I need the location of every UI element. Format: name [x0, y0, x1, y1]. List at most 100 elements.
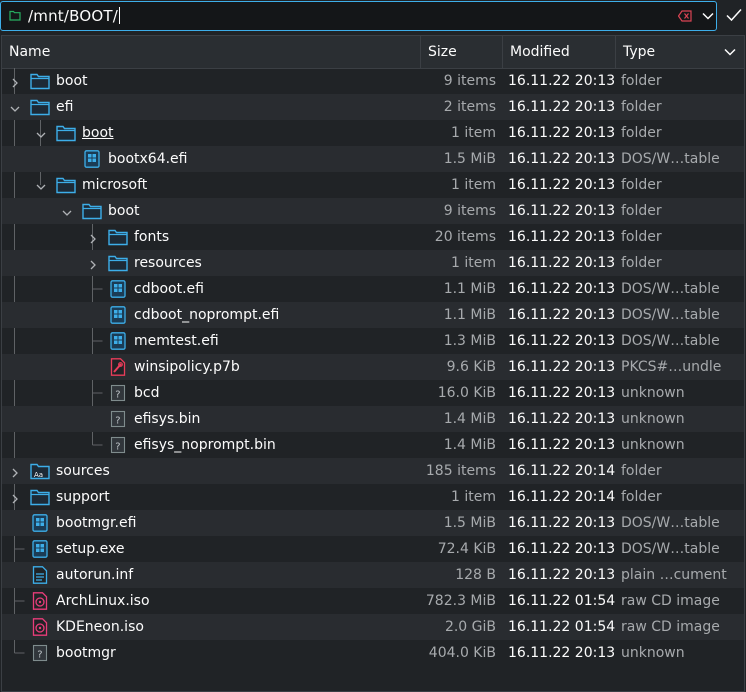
folder-row[interactable]: boot 1 item 16.11.22 20:13 folder: [2, 120, 744, 146]
file-modified: 16.11.22 20:13: [508, 255, 616, 271]
file-row[interactable]: bootmgr.efi 1.5 MiB 16.11.22 20:13 DOS/W…ta…: [2, 510, 744, 536]
file-name: sources: [56, 463, 110, 479]
file-row[interactable]: ? bootmgr 404.0 KiB 16.11.22 20:13 unknown: [2, 640, 744, 666]
column-modified[interactable]: Modified: [503, 36, 616, 68]
checkmark-icon[interactable]: [726, 8, 742, 22]
collapse-chevron-icon[interactable]: [36, 128, 46, 138]
column-name[interactable]: Name: [2, 36, 421, 68]
file-name: ArchLinux.iso: [56, 593, 150, 609]
executable-icon: [108, 332, 128, 350]
file-name: autorun.inf: [56, 567, 134, 583]
collapse-chevron-icon[interactable]: [36, 180, 46, 190]
file-modified: 16.11.22 20:13: [508, 645, 616, 661]
file-name: boot: [108, 203, 140, 219]
file-row[interactable]: cdboot.efi 1.1 MiB 16.11.22 20:13 DOS/W…tab…: [2, 276, 744, 302]
file-row[interactable]: setup.exe 72.4 KiB 16.11.22 20:13 DOS/W…tab…: [2, 536, 744, 562]
file-type: folder: [621, 203, 662, 219]
file-modified: 16.11.22 20:13: [508, 229, 616, 245]
file-type: raw CD image: [621, 593, 720, 609]
expand-chevron-icon[interactable]: [10, 76, 20, 88]
executable-icon: [30, 514, 50, 532]
folder-icon: [9, 10, 21, 21]
location-path[interactable]: /mnt/BOOT/: [28, 7, 120, 25]
file-row[interactable]: autorun.inf 128 B 16.11.22 20:13 plain …cum…: [2, 562, 744, 588]
file-size: 1 item: [451, 125, 496, 141]
file-size: 128 B: [455, 567, 496, 583]
file-type: PKCS#…undle: [621, 359, 722, 375]
folder-row[interactable]: boot 9 items 16.11.22 20:13 folder: [2, 68, 744, 94]
file-name: efi: [56, 99, 74, 115]
file-name: cdboot.efi: [134, 281, 204, 297]
file-type: unknown: [621, 385, 685, 401]
file-modified: 16.11.22 20:13: [508, 151, 616, 167]
file-name: winsipolicy.p7b: [134, 359, 240, 375]
chevron-down-icon[interactable]: [702, 11, 714, 21]
folder-row[interactable]: fonts 20 items 16.11.22 20:13 folder: [2, 224, 744, 250]
folder-icon: [108, 254, 128, 272]
file-type: DOS/W…table: [621, 151, 720, 167]
location-bar: /mnt/BOOT/: [0, 0, 746, 34]
file-size: 1.3 MiB: [443, 333, 496, 349]
file-size: 72.4 KiB: [437, 541, 496, 557]
expand-chevron-icon[interactable]: [10, 492, 20, 504]
file-tree-view[interactable]: Name Size Modified Type boot 9 items 16.11…: [1, 35, 745, 692]
file-name: bootmgr.efi: [56, 515, 137, 531]
file-size: 1 item: [451, 255, 496, 271]
file-row[interactable]: bootx64.efi 1.5 MiB 16.11.22 20:13 DOS/W…ta…: [2, 146, 744, 172]
file-list: boot 9 items 16.11.22 20:13 folder efi 2 item…: [2, 68, 744, 666]
file-modified: 16.11.22 20:13: [508, 567, 616, 583]
file-name: resources: [134, 255, 202, 271]
chevron-down-icon[interactable]: [724, 47, 736, 57]
location-input[interactable]: /mnt/BOOT/: [0, 1, 717, 31]
folder-row[interactable]: efi 2 items 16.11.22 20:13 folder: [2, 94, 744, 120]
file-row[interactable]: cdboot_noprompt.efi 1.1 MiB 16.11.22 20:13…: [2, 302, 744, 328]
file-modified: 16.11.22 01:54: [508, 593, 616, 609]
file-type: folder: [621, 463, 662, 479]
file-name: efisys.bin: [134, 411, 201, 427]
expand-chevron-icon[interactable]: [10, 466, 20, 478]
collapse-chevron-icon[interactable]: [62, 206, 72, 216]
file-row[interactable]: memtest.efi 1.3 MiB 16.11.22 20:13 DOS/W…ta…: [2, 328, 744, 354]
folder-row[interactable]: support 1 item 16.11.22 20:14 folder: [2, 484, 744, 510]
file-type: folder: [621, 229, 662, 245]
executable-icon: [82, 150, 102, 168]
file-row[interactable]: winsipolicy.p7b 9.6 KiB 16.11.22 20:13 PKCS…: [2, 354, 744, 380]
file-type: unknown: [621, 645, 685, 661]
file-size: 404.0 KiB: [428, 645, 496, 661]
folder-icon: [82, 202, 102, 220]
svg-text:?: ?: [115, 416, 120, 427]
file-modified: 16.11.22 20:13: [508, 333, 616, 349]
file-modified: 16.11.22 01:54: [508, 619, 616, 635]
file-row[interactable]: ? efisys.bin 1.4 MiB 16.11.22 20:13 unknown: [2, 406, 744, 432]
file-name: bootmgr: [56, 645, 116, 661]
folder-row[interactable]: resources 1 item 16.11.22 20:13 folder: [2, 250, 744, 276]
file-row[interactable]: ArchLinux.iso 782.3 MiB 16.11.22 01:54 raw …: [2, 588, 744, 614]
expand-chevron-icon[interactable]: [88, 258, 98, 270]
folder-icon: [30, 98, 50, 116]
folder-icon: [56, 124, 76, 142]
clear-text-icon[interactable]: [678, 10, 692, 22]
file-row[interactable]: ? efisys_noprompt.bin 1.4 MiB 16.11.22 20:1…: [2, 432, 744, 458]
file-size: 1 item: [451, 177, 496, 193]
executable-icon: [30, 540, 50, 558]
file-row[interactable]: ? bcd 16.0 KiB 16.11.22 20:13 unknown: [2, 380, 744, 406]
file-size: 1.5 MiB: [443, 515, 496, 531]
folder-row[interactable]: boot 9 items 16.11.22 20:13 folder: [2, 198, 744, 224]
file-type: folder: [621, 177, 662, 193]
file-modified: 16.11.22 20:13: [508, 307, 616, 323]
expand-chevron-icon[interactable]: [88, 232, 98, 244]
folder-row[interactable]: microsoft 1 item 16.11.22 20:13 folder: [2, 172, 744, 198]
file-size: 782.3 MiB: [425, 593, 496, 609]
file-size: 2.0 GiB: [444, 619, 496, 635]
file-modified: 16.11.22 20:13: [508, 73, 616, 89]
collapse-chevron-icon[interactable]: [10, 102, 20, 112]
folder-row[interactable]: Aa sources 185 items 16.11.22 20:14 folder: [2, 458, 744, 484]
svg-text:Aa: Aa: [34, 471, 43, 479]
file-type: unknown: [621, 437, 685, 453]
text-file-icon: [30, 566, 50, 584]
file-row[interactable]: KDEneon.iso 2.0 GiB 16.11.22 01:54 raw CD i…: [2, 614, 744, 640]
file-type: folder: [621, 125, 662, 141]
file-name: cdboot_noprompt.efi: [134, 307, 280, 323]
file-name: boot: [82, 125, 114, 141]
column-size[interactable]: Size: [421, 36, 503, 68]
